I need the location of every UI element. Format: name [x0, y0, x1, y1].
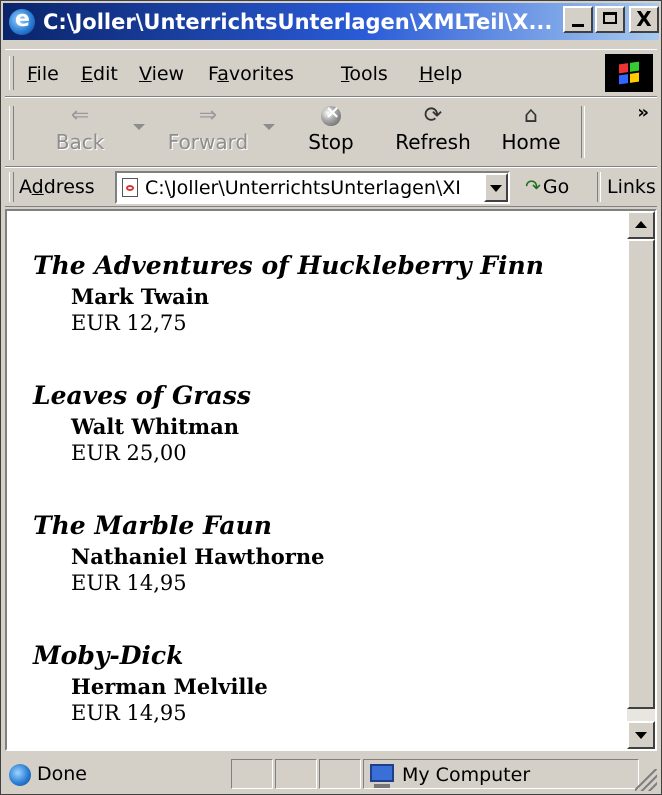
page-content: The Adventures of Huckleberry Finn Mark … — [7, 211, 627, 749]
book-price: EUR 14,95 — [71, 701, 187, 725]
internet-explorer-icon[interactable] — [9, 7, 35, 35]
resize-grip[interactable] — [635, 769, 657, 791]
address-value: C:\Joller\UnterrichtsUnterlagen\XI — [145, 177, 461, 199]
scroll-thumb[interactable] — [627, 239, 655, 709]
vertical-scrollbar[interactable] — [627, 211, 655, 749]
zone-text: My Computer — [402, 764, 531, 786]
windows-logo-icon — [605, 54, 653, 92]
toolbar-grip[interactable] — [9, 106, 14, 160]
links-separator — [597, 172, 601, 202]
book-title: Leaves of Grass — [33, 381, 251, 410]
book-entry: The Marble Faun Nathaniel Hawthorne EUR … — [33, 511, 324, 595]
close-button[interactable]: X — [629, 6, 659, 33]
home-button[interactable]: ⌂ Home — [495, 102, 567, 162]
menu-bar: File Edit View Favorites Tools Help — [5, 49, 657, 97]
status-text: Done — [37, 763, 87, 785]
book-entry: Moby-Dick Herman Melville EUR 14,95 — [33, 641, 268, 725]
page-viewport: The Adventures of Huckleberry Finn Mark … — [5, 209, 657, 751]
book-title: Moby-Dick — [33, 641, 184, 670]
toolbar-separator — [581, 106, 585, 158]
status-main-pane: Done — [5, 759, 229, 789]
menu-help[interactable]: Help — [419, 63, 462, 85]
back-button[interactable]: ⇐ Back — [45, 102, 115, 162]
stop-icon — [321, 102, 341, 126]
links-button[interactable]: Links — [607, 176, 656, 198]
book-title: The Marble Faun — [33, 511, 272, 540]
menu-favorites[interactable]: Favorites — [208, 63, 294, 85]
menu-file[interactable]: File — [27, 63, 59, 85]
book-price: EUR 25,00 — [71, 441, 187, 465]
security-zone-pane: My Computer — [363, 759, 639, 789]
status-pane — [319, 759, 361, 789]
window-title: C:\Joller\UnterrichtsUnterlagen\XMLTeil\… — [43, 9, 553, 34]
refresh-button[interactable]: ⟳ Refresh — [387, 102, 479, 162]
my-computer-icon — [370, 764, 394, 788]
menu-tools[interactable]: Tools — [341, 63, 388, 85]
address-input[interactable]: C:\Joller\UnterrichtsUnterlagen\XI — [115, 171, 510, 204]
page-icon — [122, 178, 138, 197]
book-author: Mark Twain — [71, 284, 210, 309]
book-author: Nathaniel Hawthorne — [71, 544, 325, 569]
book-price: EUR 14,95 — [71, 571, 187, 595]
minimize-icon — [572, 24, 584, 27]
address-dropdown-button[interactable] — [484, 173, 508, 202]
go-button[interactable]: ↷ Go — [525, 176, 569, 198]
home-icon: ⌂ — [524, 103, 538, 128]
browser-window: C:\Joller\UnterrichtsUnterlagen\XMLTeil\… — [0, 0, 662, 795]
status-pane — [275, 759, 317, 789]
menu-edit[interactable]: Edit — [81, 63, 118, 85]
book-entry: The Adventures of Huckleberry Finn Mark … — [33, 251, 544, 335]
book-title: The Adventures of Huckleberry Finn — [33, 251, 544, 280]
status-bar: Done My Computer — [5, 757, 657, 791]
go-arrow-icon: ↷ — [525, 176, 541, 198]
menu-bar-grip[interactable] — [9, 56, 14, 90]
forward-arrow-icon: ⇒ — [198, 103, 218, 128]
scroll-up-button[interactable] — [627, 211, 655, 239]
menu-view[interactable]: View — [139, 63, 184, 85]
book-price: EUR 12,75 — [71, 311, 187, 335]
title-bar: C:\Joller\UnterrichtsUnterlagen\XMLTeil\… — [3, 3, 659, 40]
back-dropdown-icon[interactable] — [133, 124, 145, 130]
address-label: Address — [19, 176, 95, 198]
page-done-icon — [9, 764, 31, 786]
minimize-button[interactable] — [563, 6, 593, 33]
standard-toolbar: ⇐ Back ⇒ Forward Stop ⟳ Refresh ⌂ Home » — [5, 97, 657, 167]
address-bar-grip[interactable] — [9, 172, 14, 202]
book-entry: Leaves of Grass Walt Whitman EUR 25,00 — [33, 381, 251, 465]
scroll-down-button[interactable] — [627, 721, 655, 749]
maximize-icon — [603, 12, 617, 24]
stop-button[interactable]: Stop — [293, 102, 369, 162]
status-pane — [231, 759, 273, 789]
address-bar: Address C:\Joller\UnterrichtsUnterlagen\… — [5, 167, 657, 207]
toolbar-more-chevron-icon[interactable]: » — [637, 102, 649, 123]
forward-dropdown-icon[interactable] — [263, 124, 275, 130]
forward-button[interactable]: ⇒ Forward — [153, 102, 263, 162]
book-author: Herman Melville — [71, 674, 268, 699]
book-author: Walt Whitman — [71, 414, 239, 439]
maximize-button[interactable] — [595, 6, 625, 33]
back-arrow-icon: ⇐ — [70, 103, 90, 128]
refresh-icon: ⟳ — [423, 103, 443, 128]
